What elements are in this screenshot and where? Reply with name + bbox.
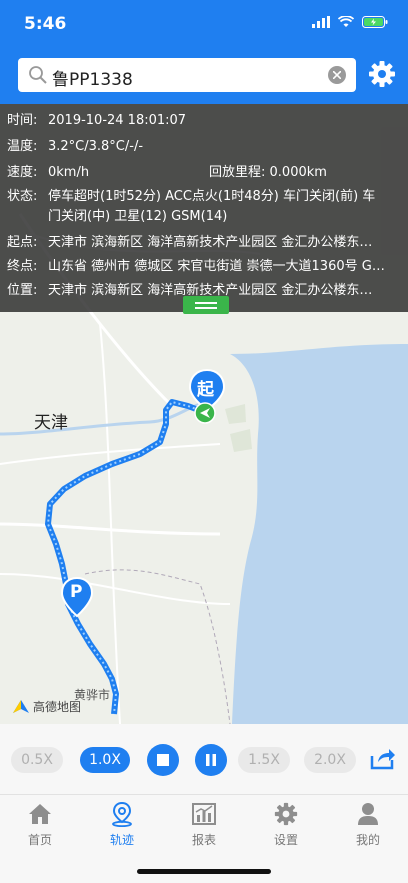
user-icon xyxy=(358,803,378,825)
info-position-label: 位置: xyxy=(7,283,38,298)
speed-1-0x-button[interactable]: 1.0X xyxy=(80,747,130,773)
speed-1-5x-button[interactable]: 1.5X xyxy=(238,747,290,773)
tab-mine-label: 我的 xyxy=(355,833,380,847)
tab-track[interactable]: 轨迹 xyxy=(92,801,152,851)
share-button[interactable] xyxy=(370,746,396,774)
tab-report[interactable]: 报表 xyxy=(174,801,234,851)
clear-button[interactable] xyxy=(328,66,346,84)
parking-marker-label: P xyxy=(70,582,83,602)
tab-track-label: 轨迹 xyxy=(109,833,134,847)
close-icon xyxy=(333,71,341,79)
info-start-label: 起点: xyxy=(7,235,38,250)
gear-icon xyxy=(369,61,395,87)
info-temp-row: 温度: 3.2°C/3.8°C/-/- xyxy=(7,135,397,154)
info-end-value: 山东省 德州市 德城区 宋官屯街道 崇德一大道1360号 G… xyxy=(48,259,385,274)
home-icon xyxy=(29,804,51,824)
signal-icon xyxy=(312,16,330,28)
home-indicator xyxy=(137,869,271,874)
tab-settings[interactable]: 设置 xyxy=(256,801,316,851)
info-state-row-2: 门关闭(中) 卫星(12) GSM(14) xyxy=(7,205,397,224)
search-icon xyxy=(29,66,47,84)
info-state-row: 状态: 停车超时(1时52分) ACC点火(1时48分) 车门关闭(前) 车 xyxy=(7,185,397,204)
info-speed-label: 速度: xyxy=(7,165,38,180)
info-start-row: 起点: 天津市 滨海新区 海洋高新技术产业园区 金汇办公楼东… xyxy=(7,231,397,250)
tab-settings-label: 设置 xyxy=(273,833,298,847)
speed-2-0x-button[interactable]: 2.0X xyxy=(304,747,356,773)
status-icons xyxy=(312,16,388,28)
navigation-arrow-icon xyxy=(194,402,216,424)
info-start-value: 天津市 滨海新区 海洋高新技术产业园区 金汇办公楼东… xyxy=(48,235,373,250)
handle-line xyxy=(195,306,217,309)
info-mileage-label: 回放里程: xyxy=(209,165,266,180)
stop-button[interactable] xyxy=(147,744,179,776)
status-time: 5:46 xyxy=(24,14,67,34)
info-temp-value: 3.2°C/3.8°C/-/- xyxy=(48,139,144,154)
tab-mine[interactable]: 我的 xyxy=(338,801,398,851)
parking-marker[interactable]: P xyxy=(60,576,94,618)
tab-home[interactable]: 首页 xyxy=(10,801,70,851)
status-bar: 5:46 xyxy=(0,0,408,48)
pause-button[interactable] xyxy=(195,744,227,776)
info-time-row: 时间: 2019-10-24 18:01:07 xyxy=(7,109,397,128)
info-time-value: 2019-10-24 18:01:07 xyxy=(48,113,187,128)
info-state-label: 状态: xyxy=(7,189,38,204)
search-input[interactable]: 鲁PP1338 xyxy=(18,58,356,92)
info-speed-row: 速度: 0km/h 回放里程: 0.000km xyxy=(7,161,397,180)
info-temp-label: 温度: xyxy=(7,139,38,154)
panel-collapse-handle[interactable] xyxy=(183,296,229,314)
search-value: 鲁PP1338 xyxy=(52,70,133,90)
track-info-panel: 时间: 2019-10-24 18:01:07 温度: 3.2°C/3.8°C/-/… xyxy=(0,104,408,312)
info-end-row: 终点: 山东省 德州市 德城区 宋官屯街道 崇德一大道1360号 G… xyxy=(7,255,397,274)
info-time-label: 时间: xyxy=(7,113,38,128)
stop-icon xyxy=(157,754,169,766)
tab-report-label: 报表 xyxy=(191,833,216,847)
pause-icon xyxy=(206,754,216,766)
share-icon xyxy=(370,749,395,770)
info-mileage: 回放里程: 0.000km xyxy=(209,161,327,180)
location-pin-icon xyxy=(112,801,132,827)
tab-home-label: 首页 xyxy=(27,833,52,847)
map-logo-text: 高德地图 xyxy=(33,700,82,714)
vehicle-marker[interactable] xyxy=(194,402,216,424)
playback-controls: 0.5X 1.0X 1.5X 2.0X xyxy=(0,724,408,794)
speed-0-5x-button[interactable]: 0.5X xyxy=(11,747,63,773)
battery-icon xyxy=(362,16,388,28)
settings-button[interactable] xyxy=(368,60,396,92)
info-state-line1: 停车超时(1时52分) ACC点火(1时48分) 车门关闭(前) 车 xyxy=(48,189,376,204)
info-speed-value: 0km/h xyxy=(48,165,90,180)
gear-icon xyxy=(274,802,298,826)
handle-line xyxy=(195,301,217,304)
map-logo: 高德地图 xyxy=(12,698,81,715)
amap-logo-icon xyxy=(13,699,29,713)
search-row: 鲁PP1338 xyxy=(0,56,408,96)
wifi-icon xyxy=(338,16,354,27)
map-label-tianjin: 天津 xyxy=(34,413,68,433)
header: 5:46 鲁PP1338 xyxy=(0,0,408,104)
info-state-line2: 门关闭(中) 卫星(12) GSM(14) xyxy=(48,209,228,224)
start-marker-label: 起 xyxy=(197,380,214,400)
info-end-label: 终点: xyxy=(7,259,38,274)
info-mileage-value: 0.000km xyxy=(269,165,327,180)
chart-icon xyxy=(192,803,216,825)
